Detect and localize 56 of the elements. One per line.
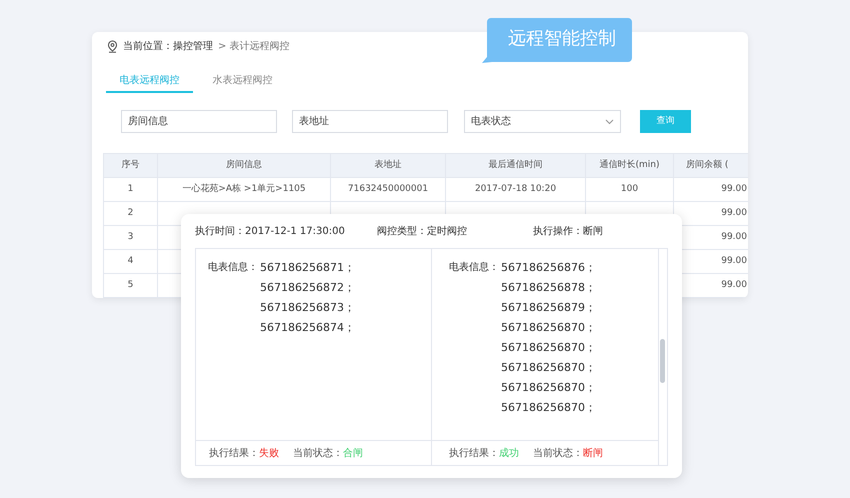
state-label: 当前状态： xyxy=(293,446,343,460)
column-header: 房间余额 ( xyxy=(686,160,728,170)
breadcrumb-path: 当前位置：操控管理 xyxy=(123,40,213,54)
breadcrumb-current: > 表计远程阀控 xyxy=(218,40,290,54)
meter-number: 567186256873； xyxy=(260,300,355,316)
state-label: 当前状态： xyxy=(533,446,583,460)
table-cell: 99.00 xyxy=(721,256,747,266)
valve-type: 阀控类型：定时阀控 xyxy=(377,224,468,238)
tab[interactable]: 水表远程阀控 xyxy=(199,69,286,93)
chevron-down-icon xyxy=(605,118,614,124)
table-cell: 99.00 xyxy=(721,208,747,218)
table-cell: 2 xyxy=(128,208,134,218)
table-cell: 71632450000001 xyxy=(348,184,428,194)
table-cell: 100 xyxy=(620,184,638,194)
location-pin-icon xyxy=(107,40,118,52)
execution-time: 执行时间：2017-12-1 17:30:00 xyxy=(195,224,346,238)
meter-status-dropdown[interactable]: 电表状态 xyxy=(464,110,621,133)
table-cell: 5 xyxy=(128,280,134,290)
column-header: 表地址 xyxy=(374,160,402,170)
room-info-field[interactable]: 房间信息 xyxy=(121,110,277,133)
state-value: 合闸 xyxy=(343,446,363,460)
meter-number: 567186256874； xyxy=(260,320,355,336)
meter-number: 567186256871； xyxy=(260,260,355,276)
column-header: 最后通信时间 xyxy=(488,160,542,170)
meter-number: 567186256879； xyxy=(501,300,596,316)
meter-info-label: 电表信息： xyxy=(449,260,500,275)
table-cell: 99.00 xyxy=(721,280,747,290)
meter-address-field[interactable]: 表地址 xyxy=(292,110,448,133)
search-button[interactable]: 查询 xyxy=(640,110,691,133)
table-cell: 4 xyxy=(128,256,134,266)
column-header: 房间信息 xyxy=(226,160,262,170)
result-value: 成功 xyxy=(499,446,519,460)
table-cell: 3 xyxy=(128,232,134,242)
column-header: 序号 xyxy=(122,160,140,170)
meter-number: 567186256870； xyxy=(501,380,596,396)
table-cell: 99.00 xyxy=(721,184,747,194)
meter-number: 567186256870； xyxy=(501,400,596,416)
tab[interactable]: 电表远程阀控 xyxy=(106,69,193,93)
result-label: 执行结果： xyxy=(209,446,259,460)
operation: 执行操作：断闸 xyxy=(533,224,603,238)
table-cell: 一心花苑>A栋 >1单元>1105 xyxy=(182,184,306,194)
meter-number: 567186256876； xyxy=(501,260,596,276)
meter-info-label: 电表信息： xyxy=(208,260,259,275)
table-cell: 1 xyxy=(128,184,134,194)
result-value: 失败 xyxy=(259,446,279,460)
column-header: 通信时长(min) xyxy=(600,160,660,170)
meter-number: 567186256870； xyxy=(501,320,596,336)
meter-number: 567186256872； xyxy=(260,280,355,296)
meter-number: 567186256870； xyxy=(501,340,596,356)
meter-number: 567186256870； xyxy=(501,360,596,376)
result-label: 执行结果： xyxy=(449,446,499,460)
table-cell: 99.00 xyxy=(721,232,747,242)
state-value: 断闸 xyxy=(583,446,603,460)
meter-number: 567186256878； xyxy=(501,280,596,296)
callout-title: 远程智能控制 xyxy=(508,28,616,50)
table-cell: 2017-07-18 10:20 xyxy=(474,184,556,194)
